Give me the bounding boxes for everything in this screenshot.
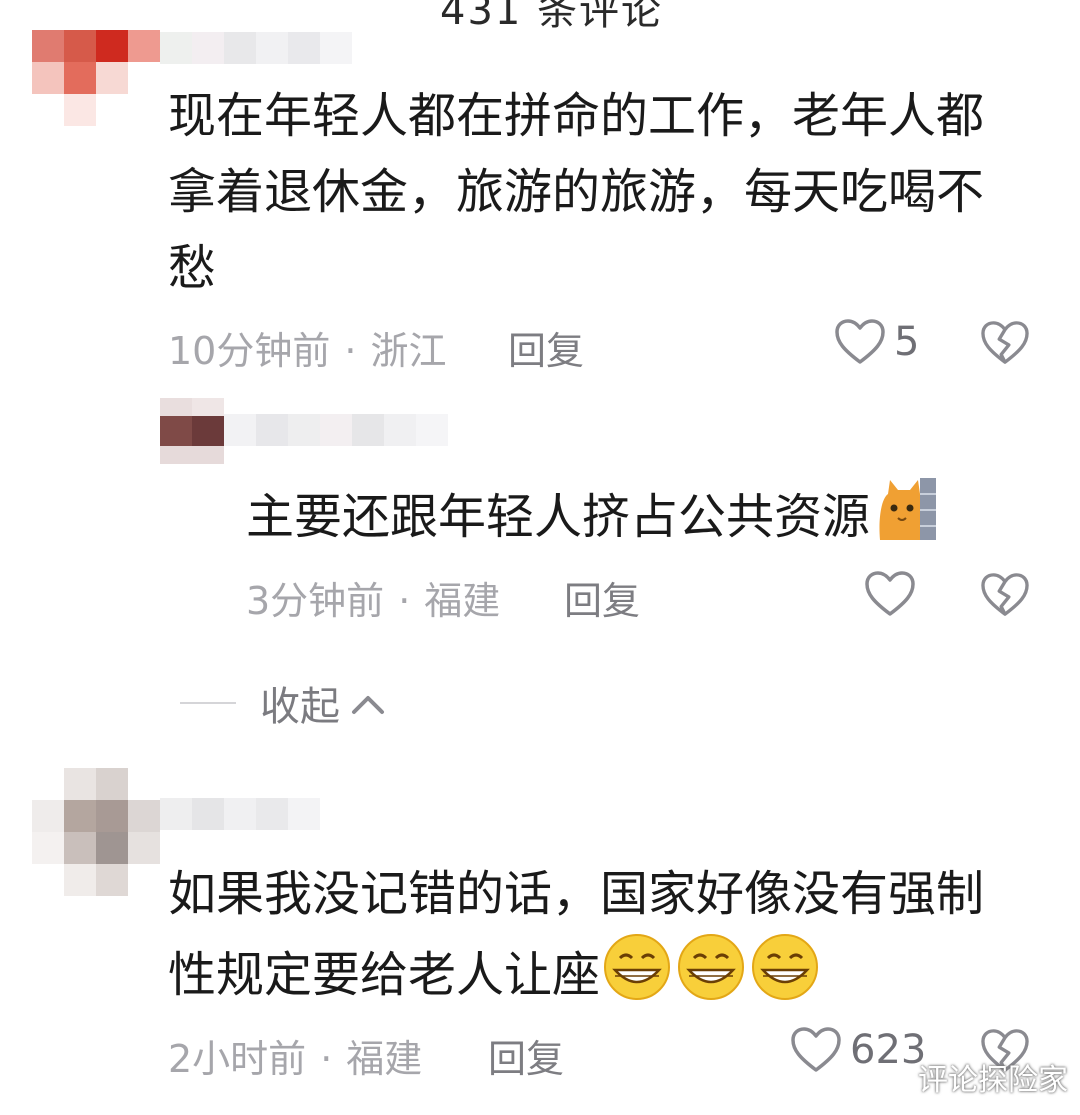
username[interactable]: [160, 30, 360, 80]
comment-time: 2小时前: [168, 1037, 307, 1081]
grin-emoji: [748, 932, 822, 1024]
broken-heart-icon: [981, 321, 1029, 364]
comment-meta: 2小时前 · 福建: [168, 1028, 422, 1083]
collapse-replies-button[interactable]: 收起: [180, 674, 388, 732]
grin-emoji: [674, 932, 748, 1024]
collapse-label: 收起: [260, 684, 340, 730]
like-button[interactable]: 5: [834, 318, 919, 366]
chevron-up-icon: [352, 696, 384, 714]
comment-text: 如果我没记错的话，国家好像没有强制性规定要给老人让座: [168, 866, 985, 1003]
avatar[interactable]: [160, 398, 224, 464]
heart-outline-icon: [835, 319, 885, 364]
like-button[interactable]: [864, 570, 924, 618]
comment-location: 浙江: [370, 329, 447, 373]
like-count: 5: [894, 319, 920, 365]
comment-time: 3分钟前: [246, 579, 385, 623]
comments-header: 431 条评论: [440, 0, 664, 34]
comment-text: 主要还跟年轻人挤占公共资源: [246, 489, 871, 545]
cat-peeking-emoji: [876, 476, 938, 564]
comment-location: 福建: [424, 579, 501, 623]
like-count: 623: [850, 1027, 927, 1073]
username[interactable]: [224, 414, 450, 454]
meta-separator: ·: [344, 329, 357, 373]
watermark: 评论探险家: [918, 1063, 1068, 1098]
heart-outline-icon: [865, 571, 915, 616]
reply-button[interactable]: 回复: [508, 320, 584, 375]
comment-text-block: 如果我没记错的话，国家好像没有强制性规定要给老人让座: [168, 856, 1028, 1024]
comment-text: 现在年轻人都在拼命的工作，老年人都拿着退休金，旅游的旅游，每天吃喝不愁: [168, 88, 985, 296]
avatar[interactable]: [32, 30, 160, 130]
comment-meta: 10分钟前 · 浙江: [168, 320, 446, 375]
like-button[interactable]: 623: [790, 1026, 926, 1074]
reply-text-row: 主要还跟年轻人挤占公共资源: [246, 476, 938, 564]
dislike-button[interactable]: [980, 320, 1030, 370]
grin-emoji: [600, 932, 674, 1024]
reply-button[interactable]: 回复: [564, 570, 640, 625]
comment-location: 福建: [346, 1037, 423, 1081]
meta-separator: ·: [320, 1037, 333, 1081]
broken-heart-icon: [981, 573, 1029, 616]
dislike-button[interactable]: [980, 572, 1030, 622]
username[interactable]: [160, 798, 320, 834]
divider: [180, 702, 236, 704]
avatar[interactable]: [32, 768, 160, 896]
reply-button[interactable]: 回复: [488, 1028, 564, 1083]
comment-time: 10分钟前: [168, 329, 331, 373]
comment-meta: 3分钟前 · 福建: [246, 570, 500, 625]
meta-separator: ·: [398, 579, 411, 623]
heart-outline-icon: [791, 1027, 841, 1072]
